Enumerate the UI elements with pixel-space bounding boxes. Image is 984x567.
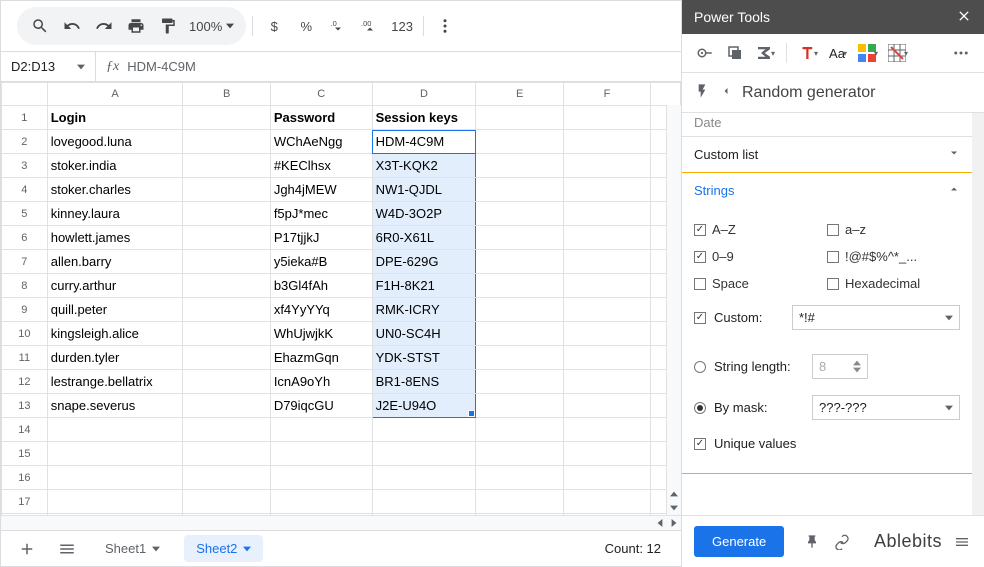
string-length-input[interactable]: 8 <box>812 354 868 379</box>
add-sheet-button[interactable] <box>13 535 41 563</box>
generate-button[interactable]: Generate <box>694 526 784 557</box>
sidebar-toolbar: ▾ ▾ Aa▾ ▾ ▾ <box>682 34 984 73</box>
link-icon[interactable] <box>832 532 852 552</box>
radio-by-mask[interactable] <box>694 402 706 414</box>
custom-chars-input[interactable]: *!# <box>792 305 960 330</box>
redo-icon[interactable] <box>89 11 119 41</box>
spreadsheet-grid[interactable]: A B C D E F 1 Login Password Session key… <box>1 82 681 515</box>
col-header[interactable]: F <box>563 83 650 106</box>
col-header[interactable]: C <box>270 83 372 106</box>
back-icon[interactable] <box>720 85 732 100</box>
pin-icon[interactable] <box>802 532 822 552</box>
dedupe-icon[interactable] <box>722 40 748 66</box>
close-icon[interactable] <box>956 8 972 27</box>
col-header[interactable]: D <box>372 83 476 106</box>
bolt-icon <box>694 83 710 102</box>
chevron-down-icon <box>948 147 960 162</box>
vertical-scrollbar[interactable] <box>666 105 681 515</box>
check-unique[interactable] <box>694 438 706 450</box>
more-icon[interactable] <box>430 11 460 41</box>
svg-text:.00: .00 <box>361 19 371 28</box>
fx-icon: ƒx <box>106 59 119 75</box>
print-icon[interactable] <box>121 11 151 41</box>
increase-decimal-icon[interactable]: .00 <box>355 11 385 41</box>
check-symbols[interactable]: !@#$%^*_... <box>827 243 960 270</box>
status-count: Count: 12 <box>605 541 669 556</box>
col-header[interactable]: A <box>47 83 183 106</box>
clear-icon[interactable]: ▾ <box>885 40 911 66</box>
horizontal-scrollbar[interactable] <box>1 515 681 530</box>
smart-toolbar-icon[interactable] <box>692 40 718 66</box>
zoom-dropdown[interactable]: 100% <box>185 19 238 34</box>
undo-icon[interactable] <box>57 11 87 41</box>
check-custom[interactable] <box>694 312 706 324</box>
search-icon[interactable] <box>25 11 55 41</box>
all-sheets-button[interactable] <box>53 535 81 563</box>
mask-input[interactable]: ???-??? <box>812 395 960 420</box>
svg-text:.0: .0 <box>331 19 337 28</box>
check-digits[interactable]: 0–9 <box>694 243 827 270</box>
section-date-partial[interactable]: Date <box>682 113 972 136</box>
sidebar-title: Power Tools <box>694 9 770 25</box>
section-strings[interactable]: Strings <box>682 173 972 208</box>
chevron-up-icon <box>948 183 960 198</box>
toolbar: 100% $ % .0 .00 123 <box>1 1 681 52</box>
section-custom-list[interactable]: Custom list <box>682 137 972 172</box>
decrease-decimal-icon[interactable]: .0 <box>323 11 353 41</box>
paint-format-icon[interactable] <box>153 11 183 41</box>
col-header[interactable]: E <box>476 83 563 106</box>
radio-string-length[interactable] <box>694 361 706 373</box>
text-tools-icon[interactable]: ▾ <box>795 40 821 66</box>
split-icon[interactable]: ▾ <box>855 40 881 66</box>
col-header[interactable]: B <box>183 83 270 106</box>
check-space[interactable]: Space <box>694 270 827 297</box>
sum-dropdown-icon[interactable]: ▾ <box>752 40 778 66</box>
sheet-tab[interactable]: Sheet1 <box>93 535 172 562</box>
sheet-tab-active[interactable]: Sheet2 <box>184 535 263 562</box>
formula-bar[interactable]: HDM-4C9M <box>127 59 196 74</box>
more-tools-icon[interactable] <box>948 40 974 66</box>
check-AZ[interactable]: A–Z <box>694 216 827 243</box>
check-hex[interactable]: Hexadecimal <box>827 270 960 297</box>
percent-icon[interactable]: % <box>291 11 321 41</box>
menu-icon[interactable] <box>952 532 972 552</box>
generator-title: Random generator <box>742 84 875 102</box>
more-formats-dropdown[interactable]: 123 <box>387 19 417 34</box>
name-box[interactable]: D2:D13 <box>1 52 96 81</box>
currency-icon[interactable]: $ <box>259 11 289 41</box>
selection-handle[interactable] <box>468 410 475 417</box>
brand-label: Ablebits <box>874 531 942 552</box>
case-icon[interactable]: Aa▾ <box>825 40 851 66</box>
check-az[interactable]: a–z <box>827 216 960 243</box>
